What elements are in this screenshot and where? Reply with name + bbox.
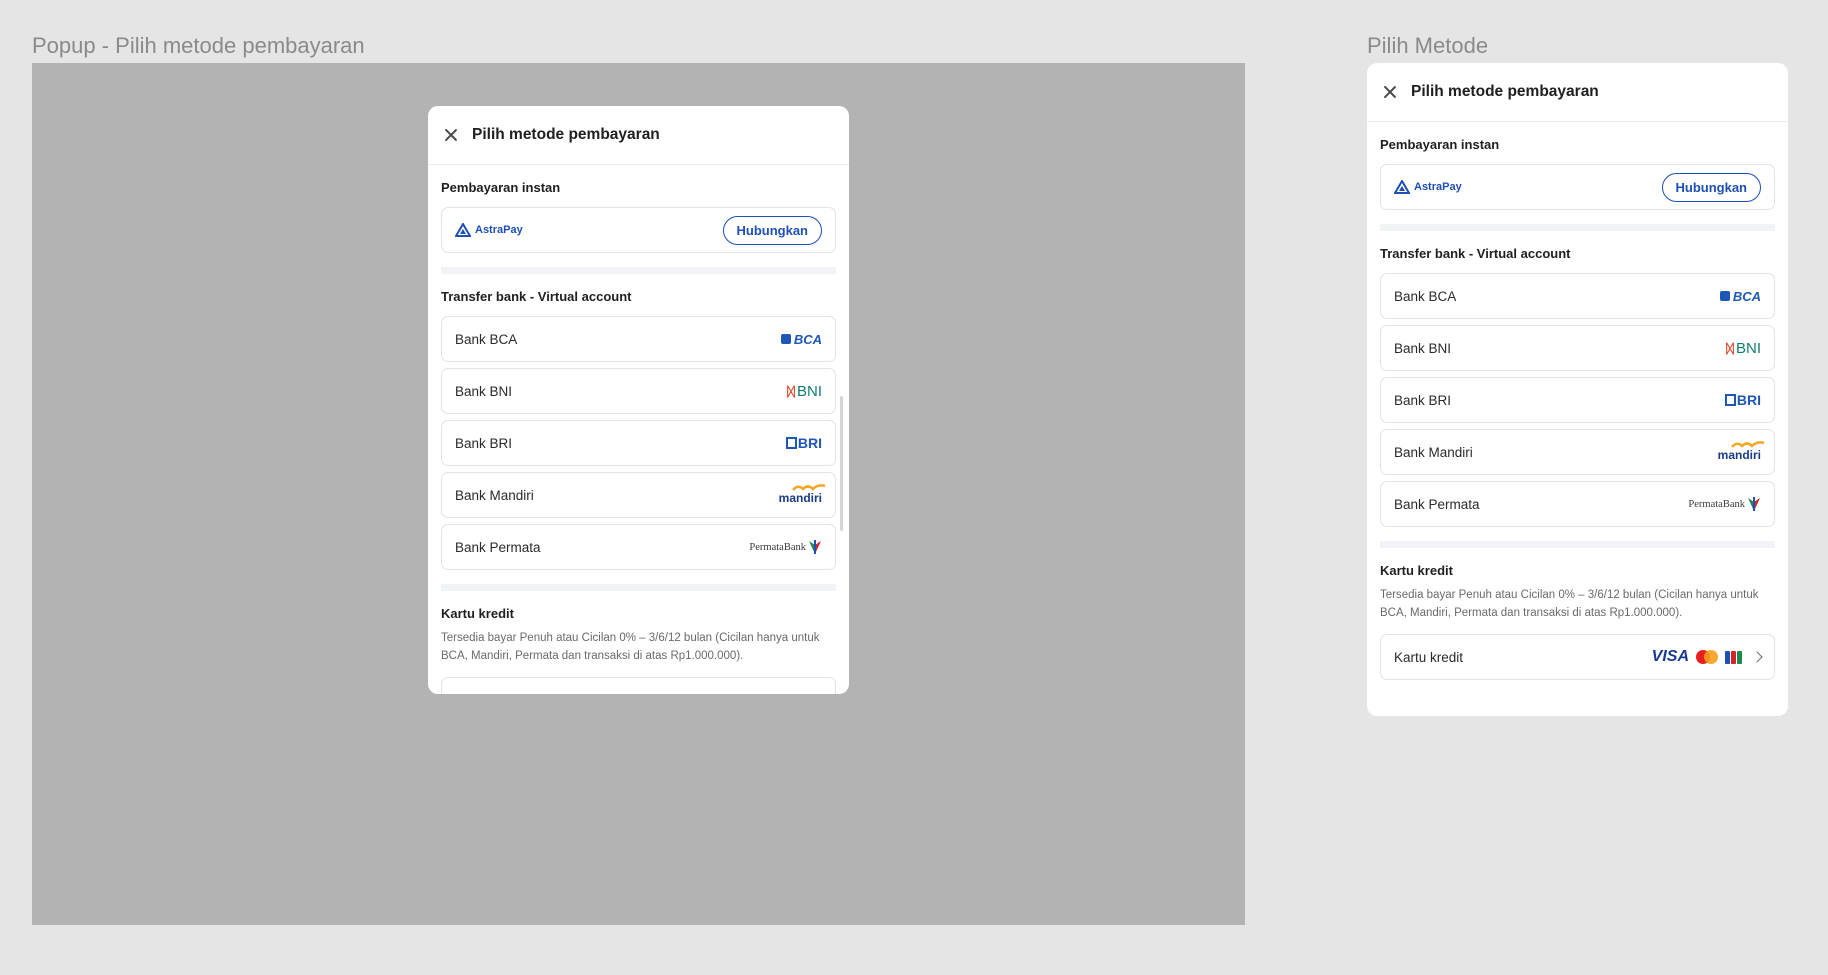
bank-option-bni[interactable]: Bank BNI ᛞ BNI — [1380, 325, 1775, 371]
bca-logo-text: BCA — [1732, 288, 1761, 304]
bca-logo-text: BCA — [793, 331, 822, 347]
permata-logo-text: PermataBank — [749, 541, 806, 553]
bank-label: Bank BRI — [1394, 392, 1452, 408]
frame-label-pilih-metode: Pilih Metode — [1367, 33, 1489, 58]
visa-logo: VISA — [1651, 648, 1689, 665]
bni-logo: ᛞ BNI — [787, 383, 822, 400]
bank-label: Bank BCA — [455, 331, 518, 347]
popup-scrollbar[interactable] — [840, 396, 843, 531]
mandiri-wave-icon — [1731, 441, 1765, 448]
sheet-title: Pilih metode pembayaran — [1411, 83, 1599, 100]
payment-method-popup: Pilih metode pembayaran Pembayaran insta… — [428, 106, 849, 694]
mandiri-logo: mandiri — [778, 484, 826, 505]
bank-option-bri[interactable]: Bank BRI BRI — [1380, 377, 1775, 423]
instant-payment-title: Pembayaran instan — [1380, 137, 1500, 152]
jcb-icon — [1725, 650, 1742, 664]
credit-card-title: Kartu kredit — [1380, 563, 1453, 578]
bni-mark-icon: ᛞ — [1726, 340, 1734, 356]
mastercard-icon — [1696, 650, 1718, 664]
sheet-header: Pilih metode pembayaran — [1367, 63, 1788, 122]
bca-logo: BCA — [1719, 288, 1761, 304]
bank-option-mandiri[interactable]: Bank Mandiri mandiri — [441, 472, 836, 518]
credit-card-label: Kartu kredit — [455, 693, 524, 695]
bank-label: Bank BNI — [455, 383, 513, 399]
credit-card-title: Kartu kredit — [441, 606, 514, 621]
instant-payment-section: Pembayaran instan AstraPay Hubungkan — [1367, 122, 1788, 231]
astrapay-name: AstraPay — [475, 224, 523, 236]
bca-mark-icon — [1719, 291, 1730, 301]
close-icon[interactable] — [1381, 83, 1399, 101]
bank-label: Bank BCA — [1394, 288, 1457, 304]
virtual-account-title: Transfer bank - Virtual account — [1380, 246, 1571, 261]
connect-button[interactable]: Hubungkan — [722, 215, 822, 245]
bri-mark-icon — [1724, 394, 1736, 406]
bank-option-permata[interactable]: Bank Permata PermataBank — [441, 524, 836, 570]
credit-card-description: Tersedia bayar Penuh atau Cicilan 0% – 3… — [441, 632, 820, 662]
instant-payment-section: Pembayaran instan AstraPay Hubungkan — [428, 165, 849, 274]
bank-option-bni[interactable]: Bank BNI ᛞ BNI — [441, 368, 836, 414]
bri-logo-text: BRI — [797, 435, 822, 451]
astrapay-name: AstraPay — [1414, 181, 1462, 193]
popup-title: Pilih metode pembayaran — [472, 126, 660, 143]
astrapay-card[interactable]: AstraPay Hubungkan — [441, 207, 836, 253]
chevron-right-icon — [1751, 651, 1763, 663]
section-divider — [441, 584, 836, 591]
credit-card-option[interactable]: Kartu kredit — [441, 677, 836, 694]
section-divider — [441, 267, 836, 274]
bni-logo: ᛞ BNI — [1726, 340, 1761, 357]
bank-label: Bank BNI — [1394, 340, 1452, 356]
bri-logo: BRI — [785, 435, 822, 451]
section-divider — [1380, 224, 1775, 231]
astrapay-card[interactable]: AstraPay Hubungkan — [1380, 164, 1775, 210]
credit-card-description: Tersedia bayar Penuh atau Cicilan 0% – 3… — [1380, 589, 1759, 619]
bca-mark-icon — [780, 334, 791, 344]
permata-logo-text: PermataBank — [1688, 498, 1745, 510]
card-brands: VISA — [1651, 648, 1763, 666]
close-icon[interactable] — [442, 126, 460, 144]
bank-option-bca[interactable]: Bank BCA BCA — [1380, 273, 1775, 319]
payment-method-sheet: Pilih metode pembayaran Pembayaran insta… — [1367, 63, 1788, 716]
astrapay-logo: AstraPay — [455, 223, 523, 237]
astrapay-icon — [1394, 180, 1410, 194]
credit-card-section: Kartu kredit Tersedia bayar Penuh atau C… — [428, 591, 849, 694]
virtual-account-section: Transfer bank - Virtual account Bank BCA… — [1367, 231, 1788, 548]
virtual-account-title: Transfer bank - Virtual account — [441, 289, 632, 304]
bank-label: Bank BRI — [455, 435, 513, 451]
bank-label: Bank Permata — [1394, 496, 1480, 512]
bri-logo-text: BRI — [1736, 392, 1761, 408]
bank-label: Bank Mandiri — [455, 487, 534, 503]
popup-header: Pilih metode pembayaran — [428, 106, 849, 165]
astrapay-logo: AstraPay — [1394, 180, 1462, 194]
bank-option-permata[interactable]: Bank Permata PermataBank — [1380, 481, 1775, 527]
bni-logo-text: BNI — [1735, 339, 1761, 357]
permata-mark-icon — [1748, 497, 1760, 511]
bri-mark-icon — [785, 437, 797, 449]
credit-card-option[interactable]: Kartu kredit VISA — [1380, 634, 1775, 680]
bank-option-bca[interactable]: Bank BCA BCA — [441, 316, 836, 362]
bank-option-mandiri[interactable]: Bank Mandiri mandiri — [1380, 429, 1775, 475]
mandiri-logo-text: mandiri — [1717, 448, 1761, 462]
section-divider — [1380, 541, 1775, 548]
bni-logo-text: BNI — [796, 382, 822, 400]
bri-logo: BRI — [1724, 392, 1761, 408]
credit-card-label: Kartu kredit — [1394, 649, 1464, 665]
virtual-account-section: Transfer bank - Virtual account Bank BCA… — [428, 274, 849, 591]
bca-logo: BCA — [780, 331, 822, 347]
bank-label: Bank Mandiri — [1394, 444, 1473, 460]
instant-payment-title: Pembayaran instan — [441, 180, 561, 195]
bank-option-bri[interactable]: Bank BRI BRI — [441, 420, 836, 466]
permata-logo: PermataBank — [1688, 496, 1761, 512]
mandiri-wave-icon — [792, 484, 826, 491]
credit-card-section: Kartu kredit Tersedia bayar Penuh atau C… — [1367, 548, 1788, 680]
astrapay-icon — [455, 223, 471, 237]
bank-label: Bank Permata — [455, 539, 541, 555]
mandiri-logo: mandiri — [1717, 441, 1765, 462]
frame-label-popup: Popup - Pilih metode pembayaran — [32, 33, 365, 58]
connect-button[interactable]: Hubungkan — [1661, 172, 1761, 202]
permata-mark-icon — [809, 540, 821, 554]
bni-mark-icon: ᛞ — [787, 383, 795, 399]
mandiri-logo-text: mandiri — [778, 491, 822, 505]
permata-logo: PermataBank — [749, 539, 822, 555]
